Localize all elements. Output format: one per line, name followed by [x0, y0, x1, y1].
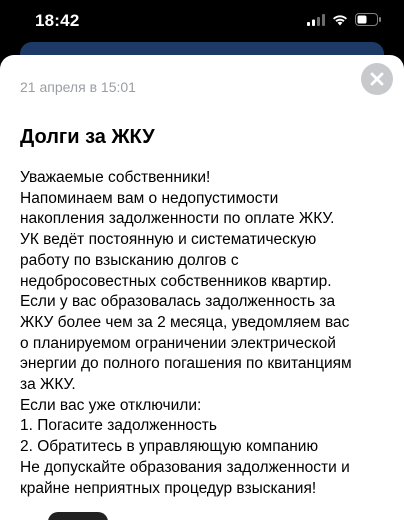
body-line: УК ведёт постоянную и систематическую — [20, 231, 317, 249]
notification-title: Долги за ЖКУ — [20, 126, 155, 148]
signal-icon — [307, 13, 325, 26]
notification-body: Уважаемые собственники! Напоминаем вам о… — [20, 168, 390, 499]
body-line: крайне неприятных процедур взыскания! — [20, 479, 317, 497]
notification-sheet: 21 апреля в 15:01 Долги за ЖКУ Уважаемые… — [0, 55, 404, 520]
body-line: Не допускайте образования задолженности … — [20, 458, 350, 476]
close-icon — [370, 72, 384, 86]
notification-date: 21 апреля в 15:01 — [20, 79, 136, 95]
close-button[interactable] — [361, 63, 393, 95]
wifi-icon — [333, 14, 347, 25]
body-line: накопления задолженности по оплате ЖКУ. — [20, 210, 335, 228]
body-line: Уважаемые собственники! — [20, 169, 211, 186]
body-line: 2. Обратитесь в управляющую компанию — [20, 438, 319, 456]
body-line: 1. Погасите задолженность — [20, 417, 217, 435]
body-line: недобросовестных собственников квартир. — [20, 272, 332, 290]
body-line: за ЖКУ. — [20, 376, 76, 394]
partial-attachment — [48, 512, 108, 520]
body-line: работу по взысканию долгов с — [20, 251, 239, 269]
battery-icon — [355, 13, 381, 26]
body-line: энергии до полного погашения по квитанци… — [20, 355, 352, 373]
screen: 18:42 21 апреля в 15:01 Долги за ЖКУ Ува… — [0, 0, 404, 520]
body-line: ЖКУ более чем за 2 месяца, уведомляем ва… — [20, 313, 350, 331]
status-bar: 18:42 — [0, 0, 404, 42]
status-time: 18:42 — [35, 11, 80, 30]
body-line: Если вас уже отключили: — [20, 396, 202, 414]
status-icons — [307, 13, 382, 26]
body-line: Если у вас образовалась задолженность за — [20, 293, 336, 311]
body-line: Напоминаем вам о недопустимости — [20, 189, 279, 207]
body-line: о планируемом ограничении электрической — [20, 334, 336, 352]
